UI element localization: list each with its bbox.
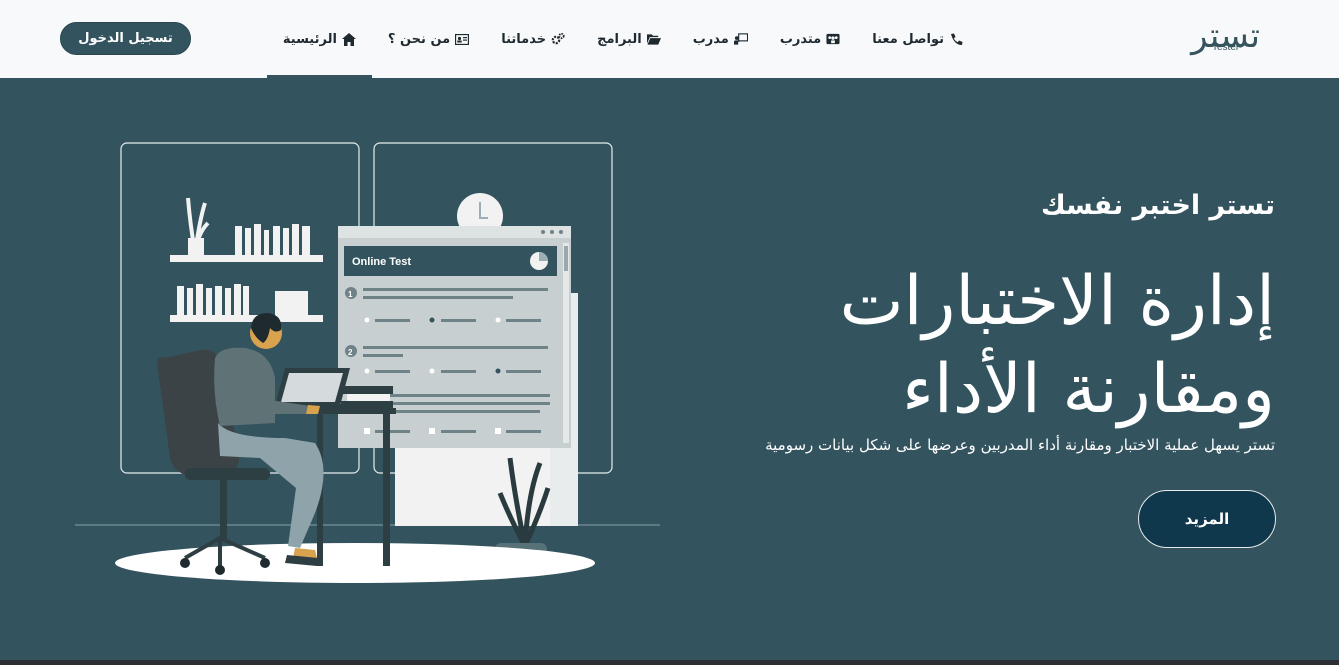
logo-subtext: Tester: [1212, 42, 1240, 53]
nav-label: خدماتنا: [501, 31, 547, 47]
nav-label: البرامج: [597, 31, 642, 47]
nav-item-programs[interactable]: البرامج: [581, 0, 677, 78]
id-card-icon: [455, 32, 470, 46]
login-button[interactable]: تسجيل الدخول: [60, 22, 191, 55]
home-icon: [341, 32, 356, 46]
users-icon: [826, 32, 840, 46]
main-nav: الرئيسية من نحن ؟ خدماتنا البرامج مدرب م…: [266, 0, 979, 78]
nav-item-trainee[interactable]: متدرب: [764, 0, 856, 78]
nav-label: متدرب: [779, 31, 822, 47]
nav-item-trainer[interactable]: مدرب: [677, 0, 764, 78]
nav-item-services[interactable]: خدماتنا: [485, 0, 581, 78]
folder-open-icon: [646, 32, 661, 46]
svg-text:1: 1: [348, 290, 353, 299]
hero-section: Online Test 1 2 تستر اختبر نفسك إدارة ال…: [0, 78, 1339, 660]
chalkboard-teacher-icon: [733, 32, 748, 46]
nav-label: من نحن ؟: [387, 31, 451, 47]
nav-label: مدرب: [692, 31, 729, 47]
nav-item-home[interactable]: الرئيسية: [266, 0, 372, 78]
nav-label: الرئيسية: [282, 31, 337, 47]
gears-icon: [551, 32, 565, 46]
svg-text:2: 2: [348, 348, 353, 357]
nav-item-contact[interactable]: تواصل معنا: [856, 0, 979, 78]
phone-icon: [949, 32, 963, 46]
more-button[interactable]: المزيد: [1138, 490, 1276, 548]
brand-logo[interactable]: تستر Tester: [1148, 16, 1260, 62]
hero-headline: إدارة الاختبارات ومقارنة الأداء: [840, 258, 1275, 434]
top-navbar: تستر Tester الرئيسية من نحن ؟ خدماتنا ال…: [0, 0, 1339, 78]
headline-line-1: إدارة الاختبارات: [839, 262, 1275, 341]
hero-tagline: تستر اختبر نفسك: [1041, 190, 1275, 221]
nav-item-about[interactable]: من نحن ؟: [372, 0, 485, 78]
online-test-illustration: Online Test 1 2: [75, 142, 660, 583]
hero-description: تستر يسهل عملية الاختبار ومقارنة أداء ال…: [765, 436, 1275, 454]
illustration-title: Online Test: [352, 256, 411, 268]
nav-label: تواصل معنا: [872, 31, 944, 47]
bottom-strip: [0, 660, 1339, 665]
headline-line-2: ومقارنة الأداء: [901, 350, 1275, 429]
